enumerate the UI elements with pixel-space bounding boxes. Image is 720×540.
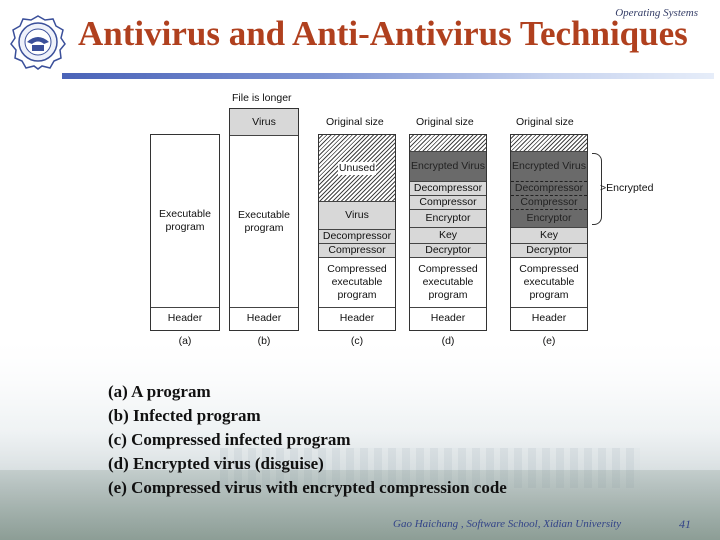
segment-label: Key xyxy=(539,229,559,241)
segment-label: Decompressor xyxy=(322,230,392,242)
segment-label: Header xyxy=(167,312,203,324)
segment-label: Executable program xyxy=(238,208,290,234)
segment-virus: Virus xyxy=(230,109,298,135)
segment-label: Header xyxy=(430,312,466,324)
segment-label: Header xyxy=(531,312,567,324)
segment-virus: Virus xyxy=(319,201,395,229)
segment-executable-program: Executable program xyxy=(230,135,298,307)
file-column-b: Virus Executable program Header xyxy=(229,108,299,331)
label-original-size-e: Original size xyxy=(516,116,574,128)
encrypted-label: >Encrypted xyxy=(600,182,654,194)
segment-decompressor: Decompressor xyxy=(319,229,395,243)
segment-label: Decryptor xyxy=(526,244,572,256)
column-label-a: (a) xyxy=(178,335,192,347)
label-original-size-d: Original size xyxy=(416,116,474,128)
page-number: 41 xyxy=(679,517,691,531)
segment-unused: Unused xyxy=(319,135,395,201)
segment-compressor: Compressor xyxy=(410,195,486,209)
caption-a: (a) A program xyxy=(108,382,211,401)
footer-author: Gao Haichang , Software School, Xidian U… xyxy=(393,518,622,530)
segment-encrypted-virus: Encrypted Virus xyxy=(511,151,587,181)
segment-label: Compressor xyxy=(520,196,578,208)
segment-encryptor: Encryptor xyxy=(511,209,587,227)
file-column-d: Encrypted Virus Decompressor Compressor Enc… xyxy=(409,134,487,331)
segment-label: Virus xyxy=(252,115,276,128)
segment-label: Encryptor xyxy=(425,212,471,224)
segment-header: Header xyxy=(230,307,298,329)
segment-label: Compressor xyxy=(419,196,477,208)
segment-label: Encrypted Virus xyxy=(512,160,586,172)
segment-encryptor: Encryptor xyxy=(410,209,486,227)
file-column-e: Encrypted Virus Decompressor Compressor Enc… xyxy=(510,134,588,331)
segment-decompressor: Decompressor xyxy=(511,181,587,195)
file-column-c: Unused Virus Decompressor Compressor Compres… xyxy=(318,134,396,331)
segment-compressor: Compressor xyxy=(319,243,395,257)
segment-label: Header xyxy=(246,312,282,324)
segment-label: Decompressor xyxy=(413,182,483,194)
segment-label: Encrypted Virus xyxy=(411,160,485,172)
caption-e: (e) Compressed virus with encrypted comp… xyxy=(108,478,507,497)
segment-label: Decryptor xyxy=(425,244,471,256)
segment-label: Decompressor xyxy=(514,182,584,194)
label-original-size-c: Original size xyxy=(326,116,384,128)
segment-compressed-executable-program: Compressed executable program xyxy=(319,257,395,307)
column-label-e: (e) xyxy=(542,335,556,347)
virus-compression-diagram: File is longer Original size Original si… xyxy=(0,0,720,360)
segment-key: Key xyxy=(511,227,587,243)
segment-label: Encryptor xyxy=(526,212,572,224)
segment-label: Compressor xyxy=(328,244,386,256)
segment-label: Key xyxy=(438,229,458,241)
segment-padding xyxy=(410,135,486,151)
segment-label: Header xyxy=(339,312,375,324)
segment-label: Executable program xyxy=(159,208,211,233)
caption-b: (b) Infected program xyxy=(108,406,261,425)
label-file-is-longer: File is longer xyxy=(232,92,292,104)
segment-compressed-executable-program: Compressed executable program xyxy=(511,257,587,307)
segment-encrypted-virus: Encrypted Virus xyxy=(410,151,486,181)
segment-label: Compressed executable program xyxy=(418,263,478,301)
segment-padding xyxy=(511,135,587,151)
segment-decryptor: Decryptor xyxy=(511,243,587,257)
segment-header: Header xyxy=(151,307,219,329)
segment-label: Unused xyxy=(337,161,377,175)
segment-key: Key xyxy=(410,227,486,243)
segment-header: Header xyxy=(319,307,395,329)
segment-label: Compressed executable program xyxy=(519,263,579,301)
caption-c: (c) Compressed infected program xyxy=(108,430,351,449)
segment-compressor: Compressor xyxy=(511,195,587,209)
segment-header: Header xyxy=(410,307,486,329)
segment-label: Virus xyxy=(345,209,369,221)
segment-executable-program: Executable program xyxy=(151,135,219,307)
segment-header: Header xyxy=(511,307,587,329)
column-label-d: (d) xyxy=(441,335,455,347)
column-label-c: (c) xyxy=(350,335,364,347)
segment-label: Compressed executable program xyxy=(327,263,387,301)
segment-decryptor: Decryptor xyxy=(410,243,486,257)
column-label-b: (b) xyxy=(257,335,271,347)
file-column-a: Executable program Header xyxy=(150,134,220,331)
segment-decompressor: Decompressor xyxy=(410,181,486,195)
caption-d: (d) Encrypted virus (disguise) xyxy=(108,454,324,473)
segment-compressed-executable-program: Compressed executable program xyxy=(410,257,486,307)
caption-list: (a) A program (b) Infected program (c) C… xyxy=(108,380,507,500)
